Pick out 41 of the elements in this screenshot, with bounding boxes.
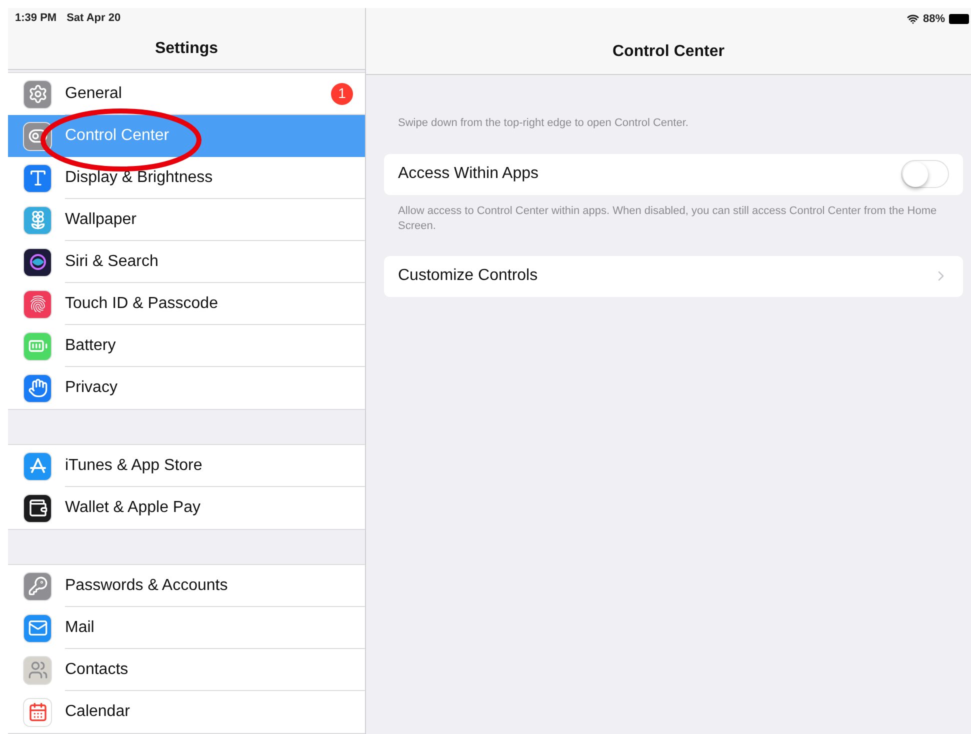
settings-row[interactable]: Calendar xyxy=(8,691,365,733)
row-label: Display & Brightness xyxy=(65,168,214,188)
status-date: Sat Apr 20 xyxy=(66,10,121,26)
setting-label: Access Within Apps xyxy=(398,164,540,184)
row-label: iTunes & App Store xyxy=(65,456,204,476)
detail-title: Control Center xyxy=(612,42,724,62)
row-label: Passwords & Accounts xyxy=(65,576,229,596)
row-label: Control Center xyxy=(65,126,170,146)
settings-row[interactable]: Passwords & Accounts xyxy=(8,565,365,607)
row-label: Battery xyxy=(65,336,117,356)
settings-row[interactable]: Privacy xyxy=(8,367,365,409)
battery-icon xyxy=(949,14,969,24)
toggle-switch[interactable] xyxy=(901,160,949,188)
row-label: Calendar xyxy=(65,702,131,722)
row-label: Touch ID & Passcode xyxy=(65,294,219,314)
settings-row[interactable]: General 1 xyxy=(8,73,365,115)
settings-row[interactable]: Mail xyxy=(8,607,365,649)
settings-row[interactable]: Display & Brightness xyxy=(8,157,365,199)
row-label: Contacts xyxy=(65,660,130,680)
setting-footnote: Allow access to Control Center within apps. When disabled, you can still access Control Center from the Home Screen. xyxy=(397,204,938,234)
settings-row[interactable]: Siri & Search xyxy=(8,241,365,283)
row-label: Wallpaper xyxy=(65,210,138,230)
row-label: Siri & Search xyxy=(65,252,160,272)
settings-row[interactable]: iTunes & App Store xyxy=(8,445,365,487)
row-label: Wallet & Apple Pay xyxy=(65,498,202,518)
settings-row[interactable]: Touch ID & Passcode xyxy=(8,283,365,325)
status-time: 1:39 PM xyxy=(15,10,57,26)
sidebar-title: Settings xyxy=(154,38,218,59)
setting-row[interactable]: Customize Controls xyxy=(384,256,963,296)
wifi-icon xyxy=(906,13,919,25)
settings-row[interactable]: Contacts xyxy=(8,649,365,691)
notification-badge: 1 xyxy=(331,82,353,104)
settings-row[interactable]: Wallet & Apple Pay xyxy=(8,487,365,529)
row-label: Mail xyxy=(65,618,96,638)
settings-row[interactable]: Battery xyxy=(8,325,365,367)
settings-row[interactable]: Wallpaper xyxy=(8,199,365,241)
setting-label: Customize Controls xyxy=(398,266,539,286)
row-label: General xyxy=(65,84,123,104)
row-label: Privacy xyxy=(65,378,118,398)
section-note: Swipe down from the top-right edge to open Control Center. xyxy=(397,116,690,131)
battery-percent: 88% xyxy=(922,12,945,27)
